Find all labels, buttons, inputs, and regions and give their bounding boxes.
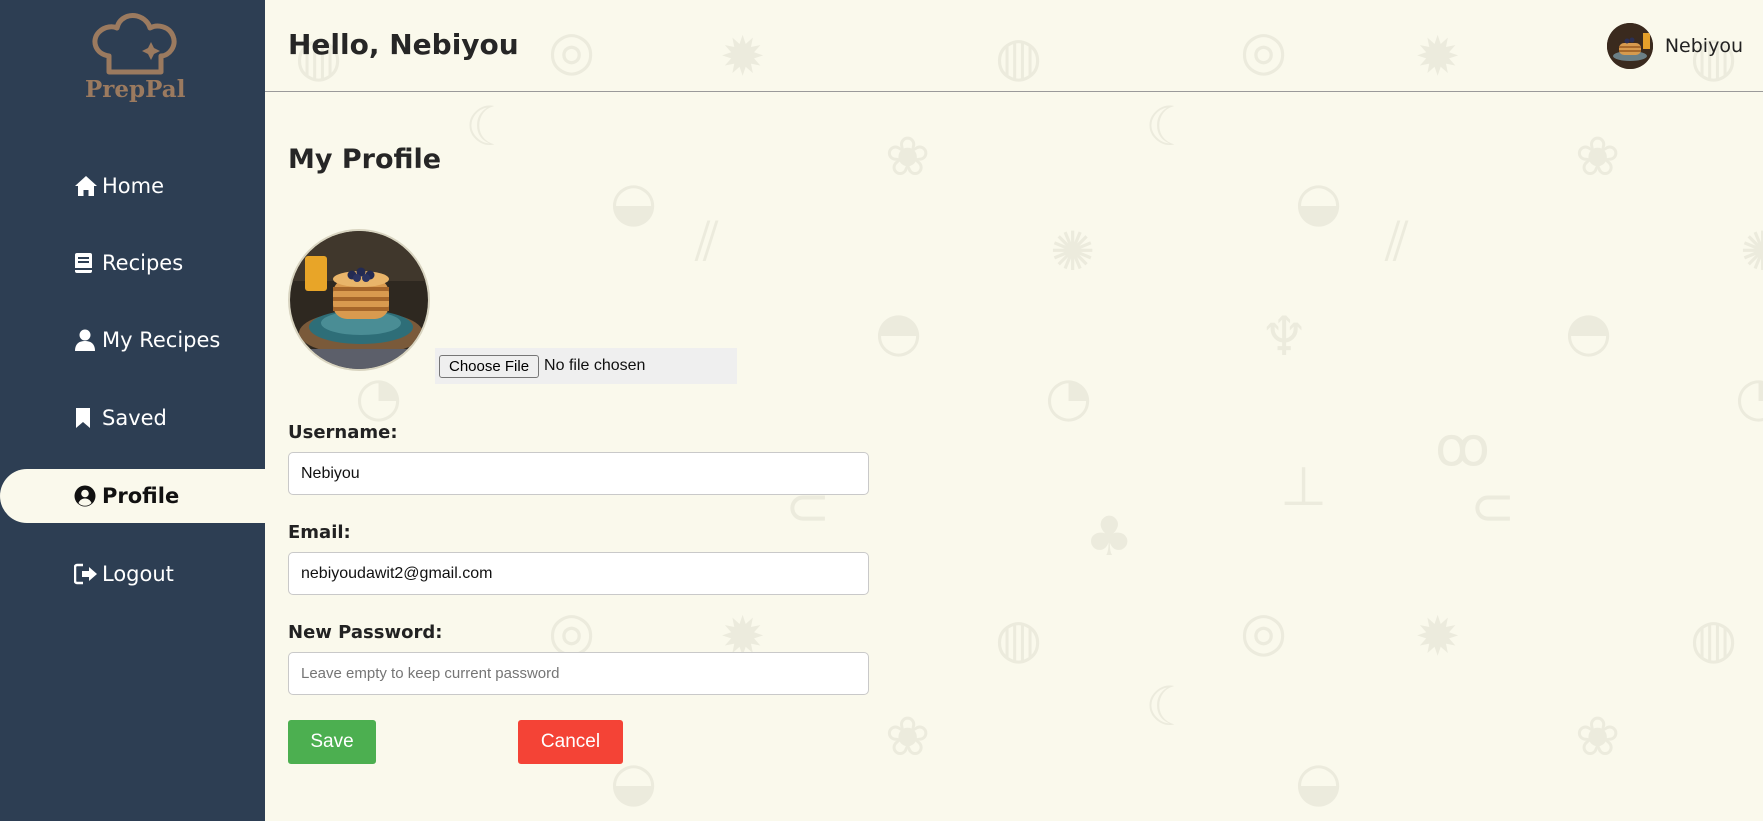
file-input[interactable]: Choose File No file chosen: [435, 348, 737, 384]
turkey-icon: ◓: [875, 300, 923, 363]
cancel-button[interactable]: Cancel: [518, 720, 623, 764]
choose-file-button[interactable]: Choose File: [439, 354, 540, 378]
watermelon-icon: ◍: [1690, 607, 1738, 670]
user-circle-icon: [74, 484, 98, 508]
banana-icon: ☾: [1145, 95, 1194, 158]
steak-icon: ◒: [1295, 750, 1343, 813]
profile-picture: [288, 229, 430, 371]
asparagus-icon: ⫽: [695, 210, 720, 273]
sausage-icon: ⊂: [1470, 475, 1516, 538]
sidebar-item-label: Recipes: [102, 251, 184, 275]
sidebar-item-label: Logout: [102, 562, 174, 586]
citrus-icon: ✺: [1050, 220, 1096, 283]
greeting-title: Hello, Nebiyou: [288, 28, 519, 61]
chef-hat-icon: [92, 13, 177, 75]
sidebar-item-profile[interactable]: Profile: [0, 469, 265, 523]
grapes-icon: ❀: [885, 705, 931, 768]
food-pattern-background: ◍ ◎ ✹ ◍ ◎ ✹ ◍ ☾ ☾ ❀ ❀ ◒ ◒ ⫽ ⫽ ✺ ✺ ◓ ◓ ♆ …: [265, 0, 1763, 821]
sidebar-item-saved[interactable]: Saved: [0, 391, 265, 445]
logo-text: PrepPal: [85, 76, 186, 103]
user-icon: [74, 328, 98, 352]
sidebar-item-label: Home: [102, 174, 165, 198]
avatar: [1606, 23, 1653, 69]
user-name: Nebiyou: [1664, 35, 1743, 57]
bookmark-icon: [74, 406, 98, 430]
page-title: My Profile: [288, 144, 442, 175]
sidebar-item-label: Profile: [102, 484, 180, 508]
file-status: No file chosen: [544, 357, 646, 374]
save-button[interactable]: Save: [288, 720, 376, 764]
broccoli-icon: ♣: [1085, 505, 1134, 568]
logout-icon: [74, 562, 98, 586]
sidebar-item-recipes[interactable]: Recipes: [0, 236, 265, 290]
grapes-icon: ❀: [1575, 705, 1621, 768]
pizza-icon: ◔: [1045, 365, 1093, 428]
pizza-icon: ◔: [355, 365, 403, 428]
donut-icon: ◎: [1240, 600, 1288, 663]
book-icon: [74, 251, 98, 275]
pizza-icon: ◔: [1735, 365, 1763, 428]
cherry-icon: ꝏ: [1435, 415, 1491, 478]
cocktail-icon: ♆: [1260, 305, 1309, 368]
sidebar-item-label: My Recipes: [102, 328, 221, 352]
pancake-photo-icon: [1606, 23, 1653, 69]
top-header: Hello, Nebiyou Nebiyou: [265, 0, 1763, 92]
grapes-icon: ❀: [885, 125, 931, 188]
donut-icon: ◎: [548, 600, 596, 663]
banana-icon: ☾: [465, 95, 514, 158]
watermelon-icon: ◍: [995, 607, 1043, 670]
pancake-photo-icon: [290, 231, 428, 369]
new-password-input[interactable]: Leave empty to keep current password: [288, 652, 869, 695]
home-icon: [74, 174, 98, 198]
grill-icon: ⊥: [1280, 455, 1328, 518]
preppal-logo[interactable]: PrepPal: [85, 12, 185, 112]
username-input[interactable]: Nebiyou: [288, 452, 869, 495]
pineapple-icon: ✹: [1415, 605, 1461, 668]
new-password-label: New Password:: [288, 622, 443, 643]
sidebar-item-label: Saved: [102, 406, 167, 430]
steak-icon: ◒: [1295, 170, 1343, 233]
username-label: Username:: [288, 422, 398, 443]
user-menu[interactable]: Nebiyou: [1606, 22, 1743, 70]
sidebar-item-logout[interactable]: Logout: [0, 547, 265, 601]
steak-icon: ◒: [610, 170, 658, 233]
turkey-icon: ◓: [1565, 300, 1613, 363]
sidebar: PrepPal Home Recipes My Recipes Saved Pr…: [0, 0, 265, 821]
banana-icon: ☾: [1145, 675, 1194, 738]
email-input[interactable]: nebiyoudawit2@gmail.com: [288, 552, 869, 595]
grapes-icon: ❀: [1575, 125, 1621, 188]
sidebar-item-home[interactable]: Home: [0, 159, 265, 213]
sidebar-item-my-recipes[interactable]: My Recipes: [0, 313, 265, 367]
citrus-icon: ✺: [1740, 220, 1763, 283]
email-label: Email:: [288, 522, 351, 543]
asparagus-icon: ⫽: [1385, 210, 1410, 273]
